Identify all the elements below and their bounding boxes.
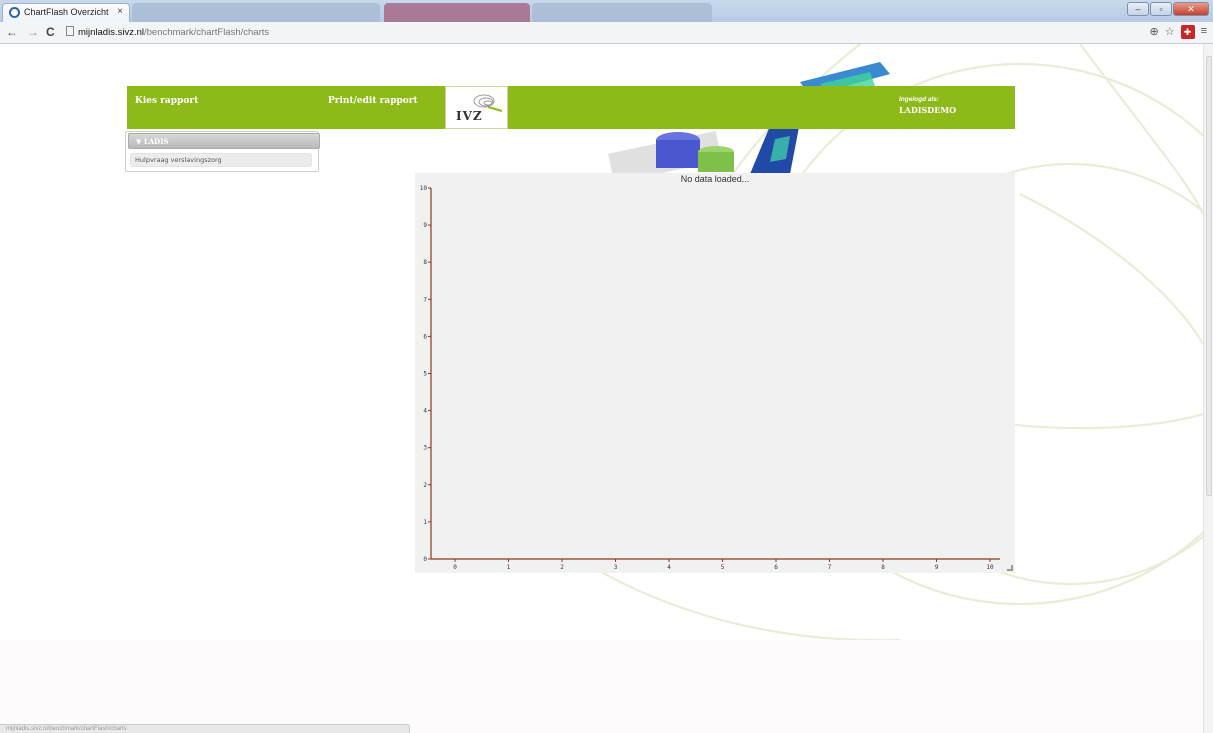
y-tick-label: 2: [423, 482, 427, 489]
y-tick-label: 9: [423, 222, 427, 229]
extension-icon[interactable]: ✚: [1180, 25, 1195, 39]
x-tick-label: 6: [774, 564, 778, 571]
y-tick-label: 4: [423, 408, 427, 415]
x-tick-label: 0: [453, 564, 457, 571]
x-tick-label: 8: [881, 564, 885, 571]
tab-chartflash[interactable]: ChartFlash Overzicht ×: [2, 3, 130, 22]
resize-grip-icon[interactable]: [1007, 565, 1013, 571]
back-icon[interactable]: ←: [6, 25, 18, 39]
chart-panel: 0 1 2 3 4 5 6 7 8 9 10 0 1 2 3 4 5 6 7 8 9 10 No data loaded.…: [415, 173, 1015, 573]
forward-icon[interactable]: →: [27, 25, 39, 39]
tab-background[interactable]: [384, 3, 530, 22]
ivz-logo: IVZ: [445, 86, 508, 129]
tree-group-ladis[interactable]: ▼ LADIS: [128, 133, 320, 149]
browser-toolbar: ← → C mijnladis.sivz.nl/benchmark/chartF…: [0, 22, 1213, 44]
report-tree: ▼ LADIS Hulpvraag verslavingszorg: [125, 131, 320, 172]
browser-window: ChartFlash Overzicht × – ▫ ✕ ← → C mijnl…: [0, 0, 1213, 733]
x-tick-label: 7: [828, 564, 832, 571]
x-tick-label: 2: [560, 564, 564, 571]
y-tick-label: 6: [423, 333, 427, 340]
menu-icon[interactable]: ≡: [1201, 25, 1207, 39]
toolbar-right: ⊕ ☆ ✚ ≡: [1149, 25, 1207, 39]
choose-report-link[interactable]: Kies rapport: [135, 96, 198, 106]
scrollbar-thumb[interactable]: [1206, 56, 1212, 496]
logo-text: IVZ: [456, 109, 483, 123]
y-tick-label: 10: [420, 185, 428, 192]
y-tick-label: 7: [423, 296, 427, 303]
page-footer-area: [0, 640, 1203, 733]
window-controls: – ▫ ✕: [1127, 2, 1209, 16]
tab-title: ChartFlash Overzicht: [24, 7, 109, 17]
page-scrollbar[interactable]: [1203, 44, 1213, 733]
tab-strip: ChartFlash Overzicht × – ▫ ✕: [0, 0, 1213, 22]
x-tick-label: 4: [667, 564, 671, 571]
x-tick-label: 10: [986, 564, 994, 571]
close-window-icon[interactable]: ✕: [1173, 2, 1209, 16]
reload-icon[interactable]: C: [46, 25, 55, 39]
app-header: Kies rapport Print/edit rapport IVZ Inge…: [127, 86, 1015, 129]
y-tick-label: 0: [423, 556, 427, 563]
chart-svg: 0 1 2 3 4 5 6 7 8 9 10 0 1 2 3 4 5 6 7 8 9 10: [420, 185, 1000, 571]
tab-close-icon[interactable]: ×: [117, 6, 123, 17]
x-tick-label: 5: [721, 564, 725, 571]
tree-item-hulpvraag[interactable]: Hulpvraag verslavingszorg: [130, 153, 312, 167]
print-edit-report-link[interactable]: Print/edit rapport: [328, 96, 418, 106]
x-tick-label: 1: [507, 564, 511, 571]
star-icon[interactable]: ☆: [1165, 25, 1175, 39]
status-url: mijnladis.sivz.nl/benchmark/chartFlash/c…: [0, 724, 410, 733]
tab-background[interactable]: [532, 3, 712, 22]
x-tick-label: 3: [614, 564, 618, 571]
page-icon: [66, 26, 74, 36]
maximize-icon[interactable]: ▫: [1150, 2, 1172, 16]
y-tick-label: 1: [423, 519, 427, 526]
url-path: /benchmark/chartFlash/charts: [144, 27, 270, 38]
url-host: mijnladis.sivz.nl: [78, 27, 144, 38]
y-tick-label: 3: [423, 445, 427, 452]
address-bar[interactable]: mijnladis.sivz.nl/benchmark/chartFlash/c…: [66, 25, 1106, 41]
logged-in-label: Ingelogd als:: [899, 96, 940, 103]
y-tick-label: 8: [423, 259, 427, 266]
zoom-icon[interactable]: ⊕: [1149, 25, 1158, 39]
x-tick-label: 9: [935, 564, 939, 571]
tree-group-label: ▼ LADIS: [136, 137, 169, 146]
chrome-favicon-icon: [9, 7, 20, 18]
chart-status-text: No data loaded...: [680, 174, 750, 184]
tab-background[interactable]: [132, 3, 380, 22]
logged-in-user: LADISDEMO: [899, 105, 957, 115]
tree-item-label: Hulpvraag verslavingszorg: [135, 156, 222, 164]
y-tick-label: 5: [423, 371, 427, 378]
minimize-icon[interactable]: –: [1127, 2, 1149, 16]
